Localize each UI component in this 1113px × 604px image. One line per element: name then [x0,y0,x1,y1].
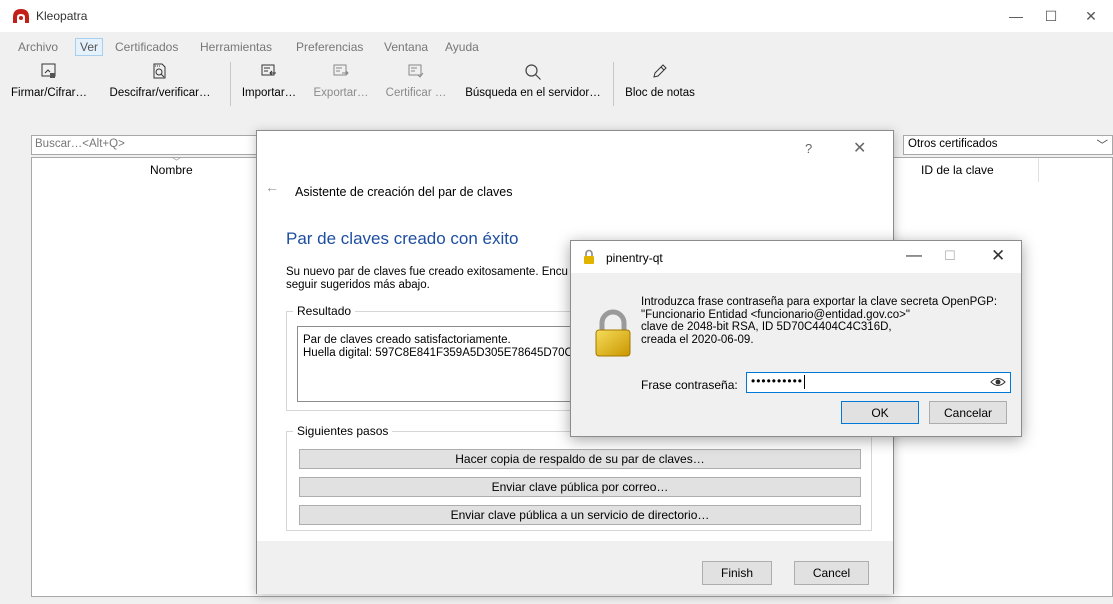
result-textbox[interactable]: Par de claves creado satisfactoriamente.… [297,326,587,402]
import-icon [261,64,276,76]
ok-button[interactable]: OK [841,401,919,424]
pinentry-minimize-button[interactable]: — [906,247,922,265]
column-header-key-id[interactable]: ID de la clave [921,163,994,177]
backup-keypair-button[interactable]: Hacer copia de respaldo de su par de cla… [299,449,861,469]
notepad-pencil-icon [653,64,667,78]
email-public-key-button[interactable]: Enviar clave pública por correo… [299,477,861,497]
menu-herramientas[interactable]: Herramientas [196,39,276,55]
certificate-filter-select[interactable]: Otros certificados ﹀ [903,135,1113,155]
toolbar: Firmar/Cifrar… Descifrar/verificar… Impo… [0,58,1113,112]
finish-button[interactable]: Finish [702,561,772,585]
result-group-title: Resultado [293,304,356,318]
passphrase-masked-value: •••••••••• [751,374,804,388]
window-title: Kleopatra [36,9,88,23]
lock-icon [584,249,594,264]
back-arrow-icon[interactable]: ← [265,179,279,195]
menu-ayuda[interactable]: Ayuda [441,39,483,55]
filter-selected-value: Otros certificados [908,138,998,150]
pinentry-close-button[interactable]: ✕ [991,246,1005,266]
search-server-button[interactable]: Búsqueda en el servidor… [458,60,608,110]
certify-icon [408,64,424,78]
decrypt-verify-button[interactable]: Descifrar/verificar… [95,60,225,110]
padlock-icon [595,309,631,357]
passphrase-input[interactable]: •••••••••• [746,372,1011,393]
wizard-title: Asistente de creación del par de claves [295,185,513,199]
chevron-down-icon: ﹀ [1096,140,1109,152]
wizard-footer: Finish Cancel [257,541,893,594]
menu-preferencias[interactable]: Preferencias [292,39,367,55]
wizard-heading: Par de claves creado con éxito [286,229,519,248]
passphrase-label: Frase contraseña: [641,378,738,392]
search-input[interactable]: Buscar…<Alt+Q> [31,135,261,155]
pinentry-maximize-button[interactable]: ☐ [944,248,956,264]
text-caret [804,374,806,389]
toolbar-separator [613,62,614,106]
menu-certificados[interactable]: Certificados [111,39,182,55]
close-button[interactable]: ✕ [1068,0,1113,32]
pinentry-description: Introduzca frase contraseña para exporta… [641,296,998,346]
main-titlebar: Kleopatra — ☐ ✕ [0,0,1113,32]
next-steps-title: Siguientes pasos [293,424,393,438]
cancel-button[interactable]: Cancel [794,561,869,585]
eye-icon[interactable] [990,375,1006,389]
menu-ventana[interactable]: Ventana [380,39,432,55]
import-button[interactable]: Importar… [236,60,302,110]
wizard-description: Su nuevo par de claves fue creado exitos… [286,266,568,291]
kleopatra-logo-icon [13,9,29,23]
export-button[interactable]: Exportar… [306,60,376,110]
pinentry-titlebar: pinentry-qt — ☐ ✕ [571,241,1021,273]
pinentry-title: pinentry-qt [606,251,663,265]
column-header-name[interactable]: Nombre [150,163,193,177]
search-icon [525,64,541,80]
column-divider [1038,158,1039,182]
certify-button[interactable]: Certificar … [381,60,451,110]
help-button[interactable]: ? [805,141,812,156]
export-icon [333,64,349,76]
menu-archivo[interactable]: Archivo [14,39,62,55]
menu-ver[interactable]: Ver [75,38,104,56]
pinentry-cancel-button[interactable]: Cancelar [929,401,1007,424]
sign-encrypt-icon [41,63,56,78]
menu-bar: Archivo Ver Certificados Herramientas Pr… [0,36,1113,58]
sign-encrypt-button[interactable]: Firmar/Cifrar… [6,60,92,110]
upload-public-key-button[interactable]: Enviar clave pública a un servicio de di… [299,505,861,525]
notepad-button[interactable]: Bloc de notas [618,60,702,110]
decrypt-verify-icon [153,63,166,79]
pinentry-dialog: pinentry-qt — ☐ ✕ Introduzca frase contr… [570,240,1022,437]
toolbar-separator [230,62,231,106]
wizard-close-button[interactable]: ✕ [853,138,866,158]
